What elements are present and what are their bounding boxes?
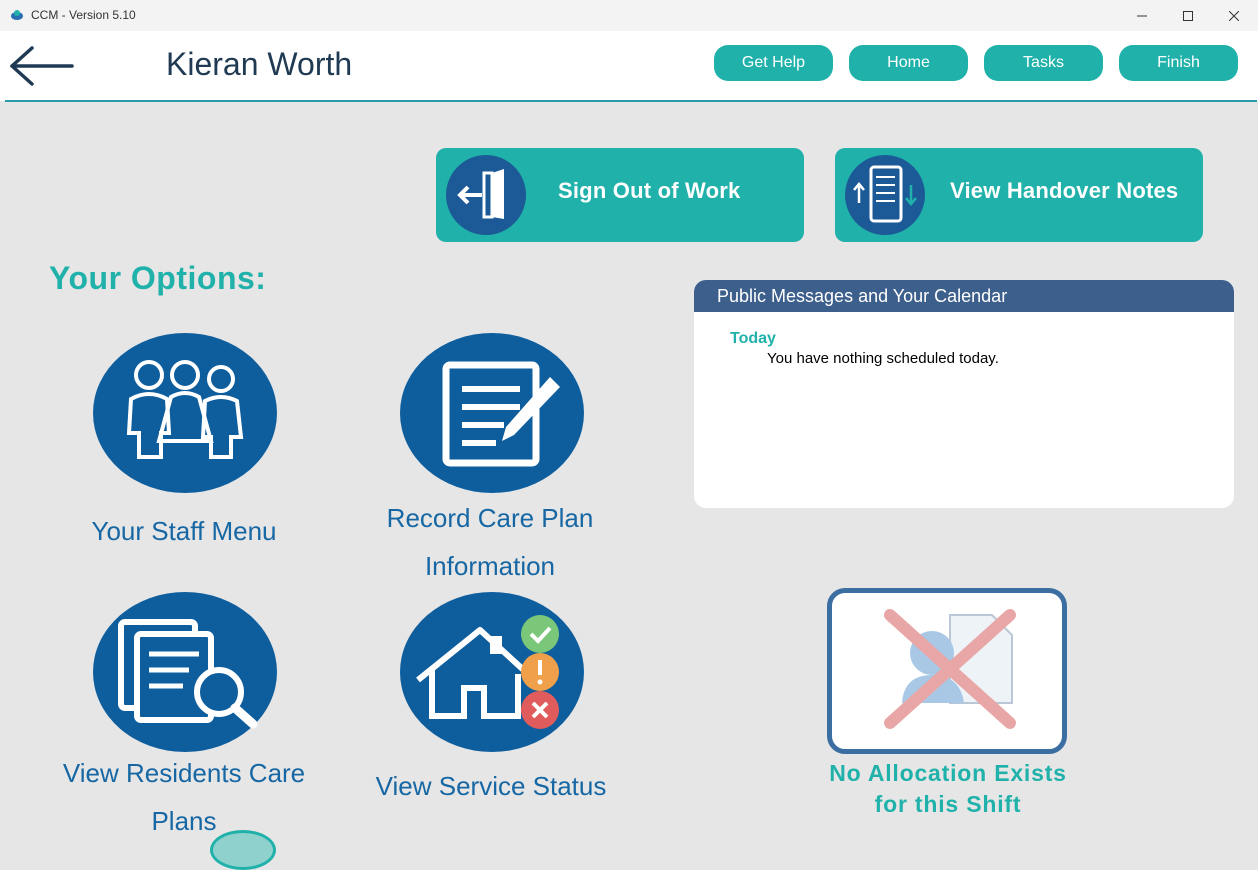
sign-out-of-work-button[interactable]: Sign Out of Work bbox=[436, 148, 804, 242]
maximize-icon bbox=[1183, 10, 1193, 21]
messages-panel: Public Messages and Your Calendar Today … bbox=[694, 280, 1234, 508]
back-arrow-icon bbox=[10, 46, 74, 86]
service-status-icon[interactable] bbox=[400, 592, 584, 752]
service-status-label[interactable]: View Service Status bbox=[352, 762, 630, 810]
messages-panel-title: Public Messages and Your Calendar bbox=[694, 280, 1234, 312]
document-edit-icon bbox=[442, 361, 560, 467]
staff-menu-icon[interactable] bbox=[93, 333, 277, 493]
sign-out-label: Sign Out of Work bbox=[558, 178, 741, 203]
minimize-button[interactable] bbox=[1119, 0, 1165, 31]
handover-notes-label: View Handover Notes bbox=[950, 178, 1179, 203]
no-allocation-icon bbox=[884, 609, 1016, 729]
close-icon bbox=[1229, 10, 1239, 21]
house-status-icon bbox=[416, 615, 559, 729]
partial-option-icon[interactable] bbox=[210, 830, 276, 870]
user-name: Kieran Worth bbox=[166, 46, 353, 82]
today-message: You have nothing scheduled today. bbox=[767, 350, 999, 367]
no-allocation-label: No Allocation Exists for this Shift bbox=[829, 760, 1067, 817]
finish-button[interactable]: Finish bbox=[1119, 45, 1238, 81]
record-care-plan-icon[interactable] bbox=[400, 333, 584, 493]
tasks-button[interactable]: Tasks bbox=[984, 45, 1103, 81]
header-divider bbox=[5, 100, 1257, 102]
document-search-icon bbox=[118, 619, 258, 729]
back-button[interactable] bbox=[8, 46, 76, 86]
record-care-plan-label[interactable]: Record Care Plan Information bbox=[360, 494, 620, 590]
title-bar: CCM - Version 5.10 bbox=[0, 0, 1258, 32]
handover-notes-icon bbox=[845, 155, 925, 235]
staff-menu-label[interactable]: Your Staff Menu bbox=[60, 507, 308, 555]
view-care-plans-icon[interactable] bbox=[93, 592, 277, 752]
view-handover-notes-button[interactable]: View Handover Notes bbox=[835, 148, 1203, 242]
view-care-plans-label[interactable]: View Residents Care Plans bbox=[40, 749, 328, 845]
window-title: CCM - Version 5.10 bbox=[31, 8, 136, 22]
sign-out-icon bbox=[446, 155, 526, 235]
options-title: Your Options: bbox=[49, 260, 267, 296]
app-icon bbox=[11, 10, 23, 20]
minimize-icon bbox=[1137, 15, 1147, 16]
maximize-button[interactable] bbox=[1165, 0, 1211, 31]
no-allocation-card bbox=[827, 588, 1067, 754]
people-icon bbox=[126, 360, 244, 459]
get-help-button[interactable]: Get Help bbox=[714, 45, 833, 81]
close-button[interactable] bbox=[1211, 0, 1257, 31]
home-button[interactable]: Home bbox=[849, 45, 968, 81]
today-label: Today bbox=[730, 330, 776, 347]
